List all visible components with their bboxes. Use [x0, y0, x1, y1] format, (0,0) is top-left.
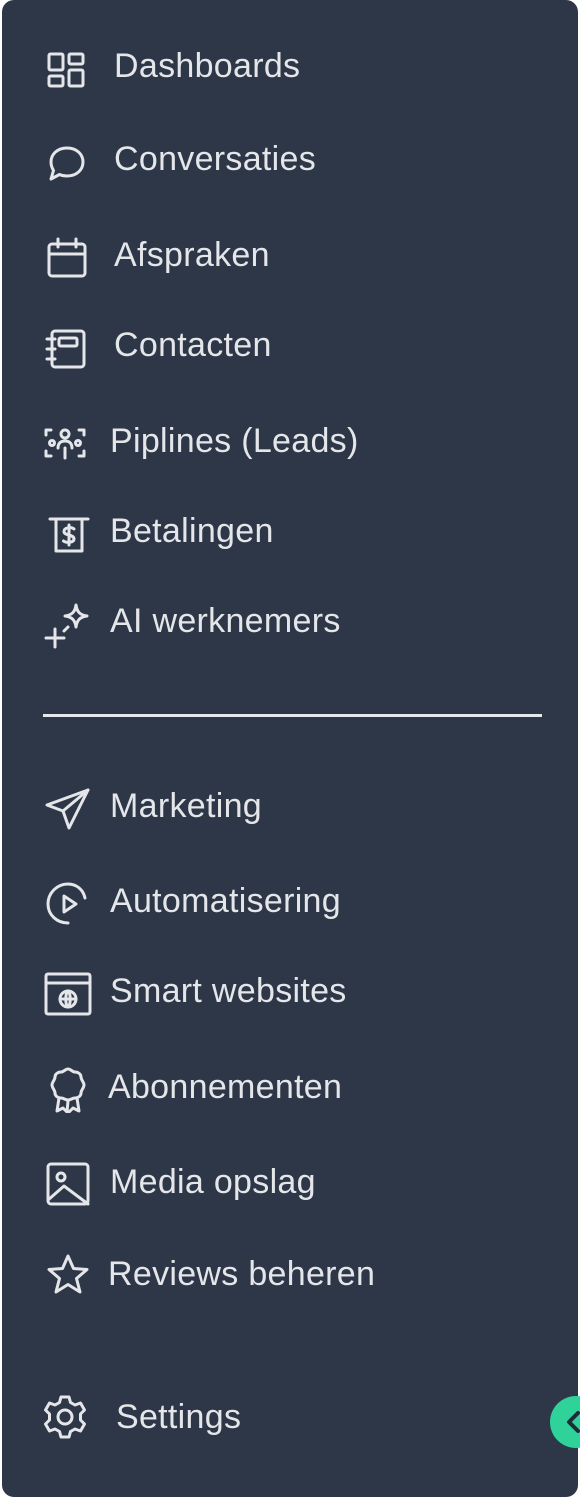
sidebar-item-reviews-beheren[interactable]: Reviews beheren [2, 1242, 542, 1306]
sidebar-item-label: Contacten [114, 326, 272, 364]
sidebar: Dashboards Conversaties Afspraken Contac… [2, 0, 578, 1497]
sidebar-item-afspraken[interactable]: Afspraken [2, 223, 542, 287]
sidebar-item-label: Betalingen [110, 512, 274, 550]
invoice-dollar-icon [44, 507, 94, 557]
sidebar-item-label: Smart websites [110, 972, 347, 1010]
sidebar-item-label: Automatisering [110, 882, 341, 920]
sidebar-item-label: Conversaties [114, 140, 317, 178]
sidebar-item-label: Marketing [110, 787, 262, 825]
sidebar-item-dashboards[interactable]: Dashboards [2, 34, 542, 98]
sidebar-item-piplines[interactable]: Piplines (Leads) [2, 409, 542, 473]
sidebar-item-smart-websites[interactable]: Smart websites [2, 959, 542, 1023]
sidebar-item-label: Media opslag [110, 1163, 316, 1201]
chat-bubble-icon [42, 135, 92, 185]
sidebar-item-contacten[interactable]: Contacten [2, 313, 542, 377]
sidebar-item-ai-werknemers[interactable]: AI werknemers [2, 589, 542, 653]
award-badge-icon [44, 1063, 94, 1113]
play-circle-icon [42, 877, 92, 927]
pipeline-people-icon [40, 417, 90, 467]
sidebar-item-betalingen[interactable]: Betalingen [2, 499, 542, 563]
sidebar-item-label: Reviews beheren [108, 1255, 376, 1293]
sidebar-item-conversaties[interactable]: Conversaties [2, 127, 542, 191]
sidebar-item-label: Abonnementen [108, 1068, 343, 1106]
calendar-icon [42, 231, 92, 281]
sidebar-item-label: Afspraken [114, 236, 270, 274]
sidebar-item-media-opslag[interactable]: Media opslag [2, 1150, 542, 1214]
chevron-left-icon [567, 1411, 580, 1433]
sidebar-item-label: AI werknemers [110, 602, 341, 640]
dashboard-grid-icon [42, 42, 92, 92]
sidebar-item-label: Piplines (Leads) [110, 422, 359, 460]
sidebar-item-automatisering[interactable]: Automatisering [2, 869, 542, 933]
sidebar-item-abonnementen[interactable]: Abonnementen [2, 1055, 542, 1119]
sidebar-item-settings[interactable]: Settings [2, 1385, 542, 1449]
browser-globe-icon [42, 967, 92, 1017]
contact-book-icon [42, 321, 92, 371]
send-icon [42, 782, 92, 832]
star-icon [42, 1250, 92, 1300]
sidebar-item-marketing[interactable]: Marketing [2, 774, 542, 838]
gear-icon [40, 1392, 90, 1442]
sidebar-item-label: Dashboards [114, 47, 301, 85]
sparkle-icon [42, 601, 92, 651]
section-divider [43, 714, 542, 717]
sidebar-item-label: Settings [116, 1398, 242, 1436]
image-icon [42, 1158, 92, 1208]
